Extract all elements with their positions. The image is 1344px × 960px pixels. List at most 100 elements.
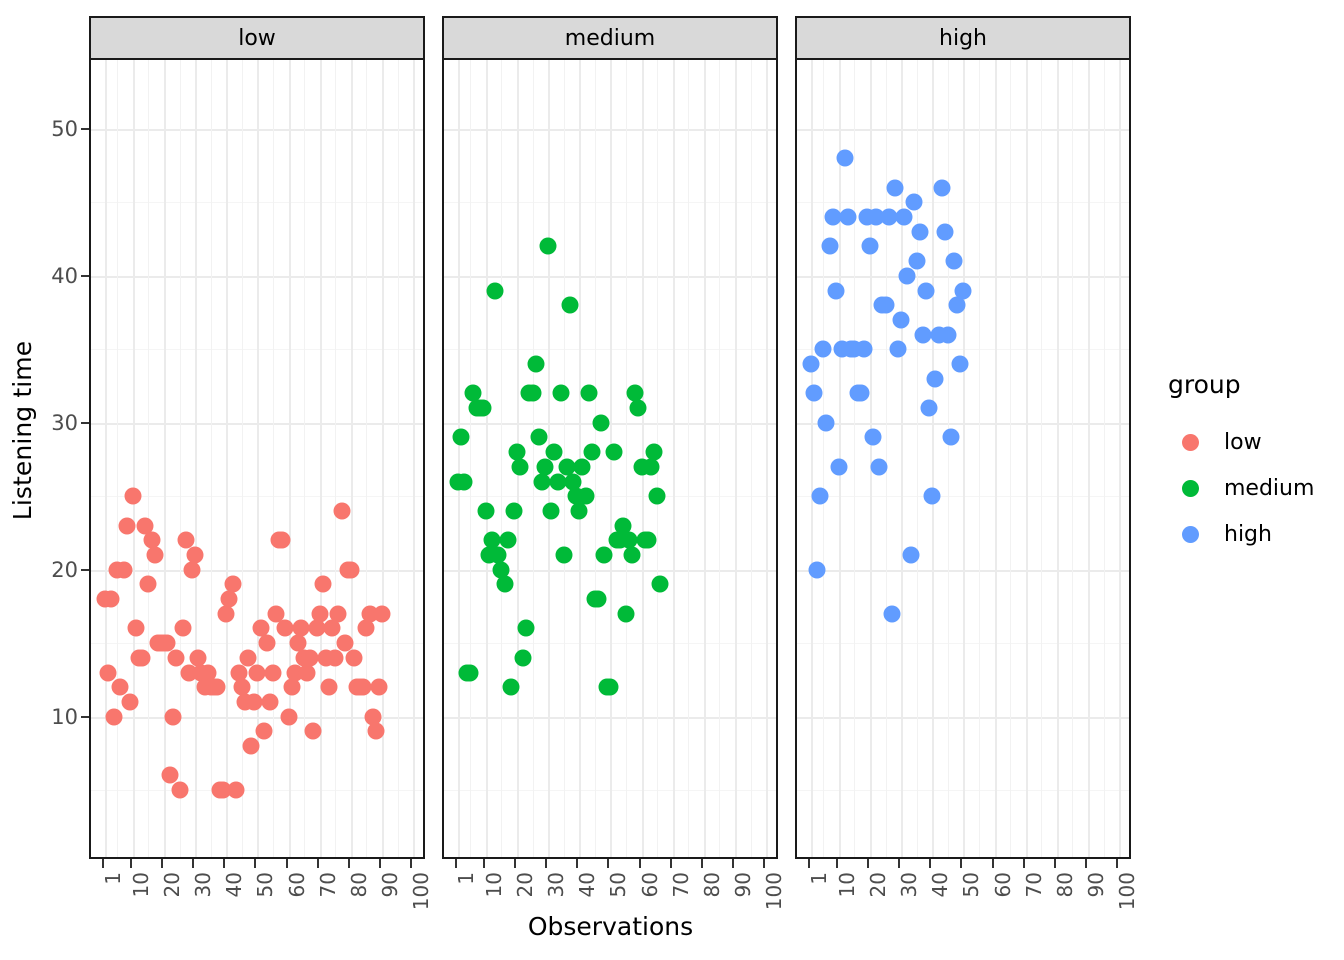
data-point <box>623 546 641 564</box>
data-point <box>455 473 473 491</box>
data-point <box>183 561 201 579</box>
x-tick-label: 90 <box>1083 872 1108 898</box>
data-point <box>573 458 591 476</box>
x-tick-label: 40 <box>222 872 247 898</box>
data-point <box>948 296 966 314</box>
x-tick-mark <box>192 859 195 868</box>
data-point <box>549 473 566 491</box>
data-point <box>99 664 117 681</box>
data-point <box>227 781 245 799</box>
data-point <box>577 487 595 505</box>
data-point <box>939 326 957 344</box>
x-tick-mark <box>347 859 350 868</box>
legend-items: low medium high <box>1168 419 1344 557</box>
y-tick-mark <box>81 127 89 130</box>
data-point <box>617 605 635 623</box>
data-point <box>276 619 294 637</box>
data-point <box>486 282 504 300</box>
legend-item-medium[interactable]: medium <box>1168 465 1344 511</box>
data-point <box>821 237 839 255</box>
data-point <box>102 590 120 608</box>
data-point <box>561 296 579 314</box>
data-point <box>301 649 319 667</box>
data-point <box>645 443 663 461</box>
data-point <box>499 531 517 549</box>
data-point <box>242 737 260 755</box>
data-point <box>174 619 192 637</box>
plot-area-high <box>795 60 1131 859</box>
legend-item-high[interactable]: high <box>1168 511 1344 557</box>
data-point <box>105 708 123 726</box>
data-point <box>308 619 326 637</box>
x-tick-label: 80 <box>699 872 724 898</box>
x-tick-label: 60 <box>284 872 309 898</box>
x-tick-label: 1 <box>806 872 831 885</box>
data-point <box>354 678 372 696</box>
x-tick-mark <box>1053 859 1056 868</box>
data-point <box>836 149 854 167</box>
data-point <box>323 619 341 637</box>
legend-label: low <box>1224 429 1262 455</box>
data-point <box>954 282 972 300</box>
facet-strip-medium: medium <box>442 16 778 60</box>
data-point <box>283 678 301 696</box>
x-tick-label: 50 <box>606 872 631 898</box>
data-point <box>514 649 532 667</box>
data-point <box>648 487 666 505</box>
x-tick-label: 100 <box>762 872 787 911</box>
data-point <box>877 296 895 314</box>
x-tick-mark <box>835 859 838 868</box>
legend-key <box>1168 433 1212 451</box>
data-point <box>555 546 573 564</box>
data-point <box>552 384 570 402</box>
x-tick-mark <box>763 859 766 868</box>
data-point <box>827 282 845 300</box>
x-tick-mark <box>316 859 319 868</box>
points-low <box>91 60 423 857</box>
data-point <box>933 179 951 197</box>
y-tick-label: 10 <box>51 704 78 729</box>
data-point <box>370 678 388 696</box>
data-point <box>329 605 347 623</box>
x-tick-mark <box>929 859 932 868</box>
x-tick-label: 70 <box>668 872 693 898</box>
data-point <box>280 708 298 726</box>
data-point <box>505 502 523 520</box>
y-tick-label: 30 <box>51 410 78 435</box>
plot-area-low <box>89 60 425 859</box>
data-point <box>118 517 136 535</box>
x-axis-medium: 1 10 20 30 40 50 60 70 80 90 100 <box>442 859 786 959</box>
x-tick-mark <box>867 859 870 868</box>
data-point <box>883 605 901 623</box>
data-point <box>905 193 923 211</box>
data-point <box>167 649 185 667</box>
y-tick-mark <box>81 274 89 277</box>
data-point <box>527 355 545 373</box>
data-point <box>629 399 647 417</box>
data-point <box>580 384 598 402</box>
data-point <box>496 575 514 593</box>
x-tick-mark <box>410 859 413 868</box>
data-point <box>545 443 563 461</box>
data-point <box>911 223 929 241</box>
y-axis-title-text: Listening time <box>8 340 38 520</box>
data-point <box>945 252 963 270</box>
x-tick-label: 30 <box>544 872 569 898</box>
x-tick-mark <box>378 859 381 868</box>
data-point <box>367 722 385 740</box>
x-axis-title: Observations <box>527 912 694 941</box>
data-point <box>127 619 145 637</box>
data-point <box>926 370 944 388</box>
data-point <box>208 678 226 696</box>
data-point <box>517 619 535 637</box>
x-tick-mark <box>898 859 901 868</box>
data-point <box>511 458 529 476</box>
data-point <box>245 693 263 711</box>
data-point <box>951 355 969 373</box>
data-point <box>595 546 613 564</box>
data-point <box>605 443 623 461</box>
legend-item-low[interactable]: low <box>1168 419 1344 465</box>
facet-strip-label-low: low <box>238 25 276 51</box>
data-point <box>474 399 492 417</box>
data-point <box>326 649 344 667</box>
